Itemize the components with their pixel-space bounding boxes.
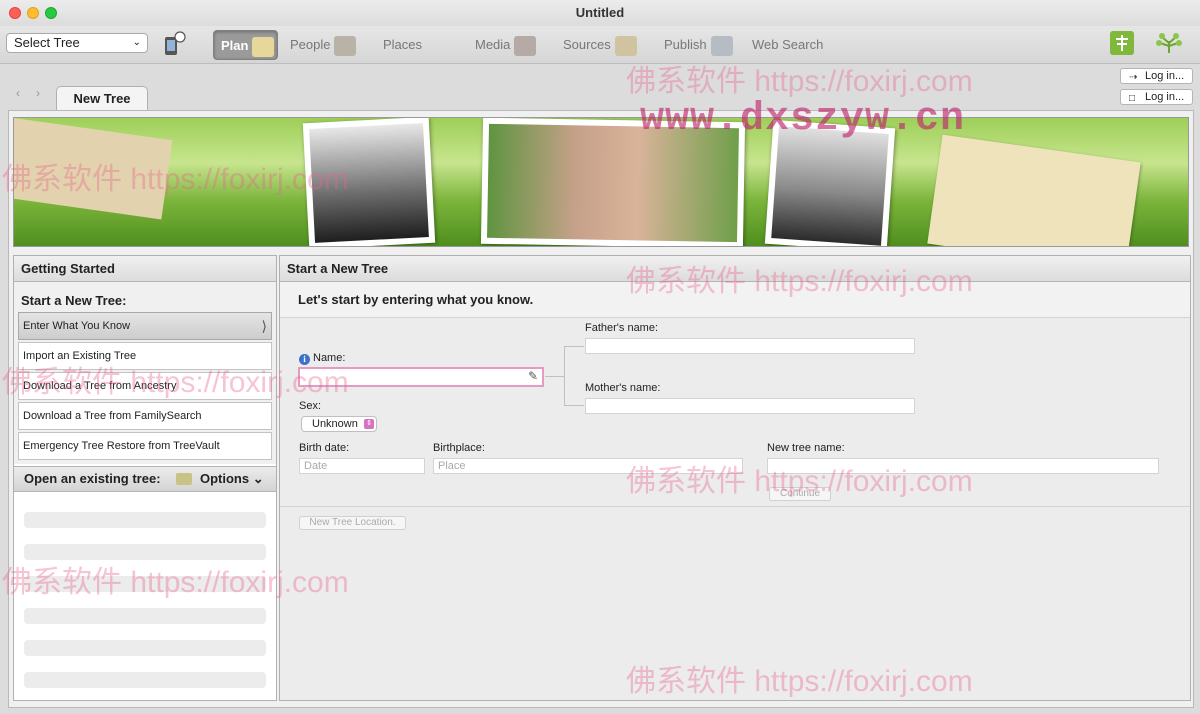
login-arrow-icon: ⇢ <box>1129 71 1137 85</box>
nav-web-search-label: Web Search <box>752 37 823 52</box>
nav-media-label: Media <box>475 37 510 52</box>
family-tree-icon[interactable] <box>1110 31 1134 55</box>
pencil-icon[interactable]: ✎ <box>528 369 538 383</box>
mobile-sync-icon[interactable] <box>161 31 187 57</box>
sex-value: Unknown <box>312 418 358 430</box>
new-tree-name-label: New tree name: <box>767 442 845 454</box>
login-box-icon: □ <box>1129 92 1135 106</box>
list-item-placeholder <box>24 608 266 624</box>
title-bar: Untitled <box>0 0 1200 26</box>
nav-places-label: Places <box>383 37 422 52</box>
options-button[interactable]: Options ⌄ <box>200 467 264 491</box>
plan-icon <box>252 37 274 57</box>
father-name-field[interactable] <box>585 338 915 354</box>
new-tree-location-button[interactable]: New Tree Location. <box>299 516 406 530</box>
father-name-label: Father's name: <box>585 322 658 334</box>
select-tree-dropdown[interactable]: Select Tree ⌄ <box>6 33 148 53</box>
open-existing-tree-label: Open an existing tree: <box>24 471 161 486</box>
nav-publish-label: Publish <box>664 37 707 52</box>
sex-select[interactable]: Unknown ⇕ <box>301 416 377 432</box>
option-emergency-restore[interactable]: Emergency Tree Restore from TreeVault <box>18 432 272 460</box>
bracket-connector <box>545 376 565 377</box>
nav-plan[interactable]: Plan <box>213 30 278 60</box>
watermark: 佛系软件 https://foxirj.com <box>626 656 973 700</box>
publish-icon <box>711 36 733 56</box>
watermark: www.dxszyw.cn <box>640 97 965 142</box>
options-label: Options <box>200 471 249 486</box>
people-icon <box>334 36 356 56</box>
option-label: Download a Tree from FamilySearch <box>23 410 202 422</box>
window-title: Untitled <box>576 5 624 20</box>
divider <box>280 506 1190 507</box>
parents-bracket <box>564 346 584 406</box>
list-item-placeholder <box>24 512 266 528</box>
sources-icon <box>615 36 637 56</box>
maximize-window-button[interactable] <box>45 7 57 19</box>
getting-started-header: Getting Started <box>14 256 276 282</box>
nav-people[interactable]: People <box>283 30 361 60</box>
chevron-down-icon: ⌄ <box>133 34 141 52</box>
chevron-right-icon: ⟩ <box>262 313 267 339</box>
option-label: Enter What You Know <box>23 320 130 332</box>
start-new-tree-label: Start a New Tree: <box>14 282 276 312</box>
watermark: 佛系软件 https://foxirj.com <box>2 154 349 198</box>
birthplace-label: Birthplace: <box>433 442 485 454</box>
mother-name-label: Mother's name: <box>585 382 660 394</box>
birth-date-placeholder: Date <box>304 460 327 472</box>
option-enter-what-you-know[interactable]: Enter What You Know ⟩ <box>18 312 272 340</box>
nav-sources-label: Sources <box>563 37 611 52</box>
close-window-button[interactable] <box>9 7 21 19</box>
birth-record-image <box>927 135 1140 247</box>
login-button-2-label: Log in... <box>1145 91 1184 103</box>
option-download-from-familysearch[interactable]: Download a Tree from FamilySearch <box>18 402 272 430</box>
main-area: Getting Started Start a New Tree: Enter … <box>8 110 1194 708</box>
back-arrow-icon[interactable]: ‹ <box>8 86 28 100</box>
media-icon <box>514 36 536 56</box>
nav-plan-label: Plan <box>221 38 248 53</box>
birthplace-placeholder: Place <box>438 460 466 472</box>
select-tree-label: Select Tree <box>14 35 80 50</box>
folder-icon[interactable] <box>176 473 192 485</box>
watermark: 佛系软件 https://foxirj.com <box>2 357 349 401</box>
option-label: Emergency Tree Restore from TreeVault <box>23 440 220 452</box>
getting-started-panel: Getting Started Start a New Tree: Enter … <box>13 255 277 701</box>
mother-name-field[interactable] <box>585 398 915 414</box>
login-button-2[interactable]: □ Log in... <box>1120 89 1193 105</box>
select-arrows-icon: ⇕ <box>364 419 374 429</box>
nav-places[interactable]: Places <box>376 30 448 60</box>
nav-media[interactable]: Media <box>468 30 538 60</box>
history-arrows: ‹› <box>8 86 52 102</box>
watermark: 佛系软件 https://foxirj.com <box>2 557 349 601</box>
minimize-window-button[interactable] <box>27 7 39 19</box>
open-existing-tree-header: Open an existing tree: Options ⌄ <box>14 466 276 492</box>
login-button-1[interactable]: ⇢ Log in... <box>1120 68 1193 84</box>
watermark: 佛系软件 https://foxirj.com <box>626 256 973 300</box>
forward-arrow-icon[interactable]: › <box>28 86 48 100</box>
tab-bar: ‹› New Tree <box>0 64 1200 110</box>
sex-label: Sex: <box>299 400 321 412</box>
tree-sync-icon[interactable] <box>1153 31 1185 55</box>
list-item-placeholder <box>24 640 266 656</box>
nav-people-label: People <box>290 37 330 52</box>
watermark: 佛系软件 https://foxirj.com <box>626 456 973 500</box>
birth-date-field[interactable]: Date <box>299 458 425 474</box>
login-button-1-label: Log in... <box>1145 70 1184 82</box>
toolbar: Select Tree ⌄ Plan People Places Media S… <box>0 26 1200 64</box>
watermark: 佛系软件 https://foxirj.com <box>626 56 973 100</box>
tab-new-tree[interactable]: New Tree <box>56 86 148 110</box>
list-item-placeholder <box>24 672 266 688</box>
birth-date-label: Birth date: <box>299 442 349 454</box>
